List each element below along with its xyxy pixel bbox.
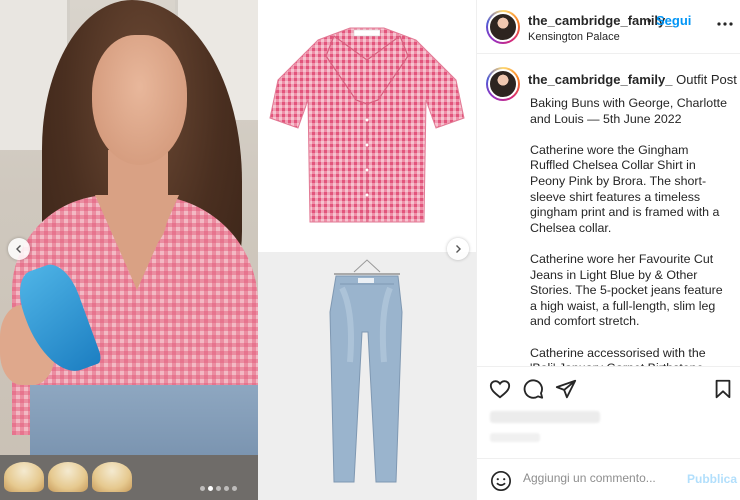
carousel-photo-catherine-baking <box>0 0 258 500</box>
caption-scroll-area[interactable]: the_cambridge_family_ Outfit Post ❤️ Bak… <box>477 55 740 366</box>
caption-header: the_cambridge_family_ Outfit Post ❤️ <box>528 72 740 88</box>
caption-paragraph: Catherine accessorised with the 'Bali' J… <box>530 345 706 367</box>
shirt-neckline <box>95 195 179 290</box>
follow-button[interactable]: Segui <box>656 13 691 28</box>
light-blue-jeans-illustration <box>329 259 403 483</box>
post-location[interactable]: Kensington Palace <box>528 31 620 43</box>
post-side-panel: the_cambridge_family_ • Segui Kensington… <box>476 0 740 500</box>
caption-paragraph: Baking Buns with George, Charlotte and L… <box>530 96 727 126</box>
comment-bar: Pubblica <box>477 458 740 500</box>
carousel-dot-active <box>208 486 213 491</box>
instagram-post-modal: the_cambridge_family_ • Segui Kensington… <box>0 0 740 500</box>
action-bar <box>477 366 740 410</box>
carousel-indicator <box>200 486 237 491</box>
carousel-photo-products <box>258 0 476 500</box>
muffin <box>4 462 44 492</box>
product-jeans-image <box>258 252 476 500</box>
chevron-right-icon <box>456 245 461 253</box>
bookmark-icon[interactable] <box>712 378 734 400</box>
carousel-next-button[interactable] <box>447 238 469 260</box>
post-header: the_cambridge_family_ • Segui Kensington… <box>477 0 740 54</box>
carousel-dot <box>216 486 221 491</box>
emoji-icon[interactable] <box>490 470 512 492</box>
timestamp-blurred <box>490 433 540 442</box>
comment-input[interactable] <box>523 471 673 485</box>
carousel-dot <box>200 486 205 491</box>
publish-button[interactable]: Pubblica <box>687 472 737 486</box>
caption-text: Baking Buns with George, Charlotte and L… <box>530 96 730 366</box>
more-options-button[interactable] <box>715 14 735 34</box>
carousel-dot <box>224 486 229 491</box>
caption-title: Outfit Post <box>676 72 737 87</box>
likes-count-blurred <box>490 411 600 423</box>
muffin <box>48 462 88 492</box>
face <box>92 35 187 165</box>
more-horizontal-icon <box>717 22 733 26</box>
muffin <box>92 462 132 492</box>
chevron-left-icon <box>16 245 21 253</box>
avatar[interactable] <box>486 10 520 44</box>
pink-gingham-shirt-illustration <box>269 27 465 223</box>
post-carousel[interactable] <box>0 0 476 500</box>
avatar[interactable] <box>486 67 520 101</box>
comment-icon[interactable] <box>522 378 544 400</box>
carousel-prev-button[interactable] <box>8 238 30 260</box>
caption-paragraph: Catherine wore the Gingham Ruffled Chels… <box>530 142 720 235</box>
caption-paragraph: Catherine wore her Favourite Cut Jeans i… <box>530 251 723 329</box>
carousel-dot <box>232 486 237 491</box>
product-shirt-image <box>258 0 476 248</box>
send-icon[interactable] <box>555 378 577 400</box>
caption-author[interactable]: the_cambridge_family_ <box>528 72 673 87</box>
heart-icon[interactable] <box>489 378 511 400</box>
follow-separator: • <box>647 13 652 28</box>
